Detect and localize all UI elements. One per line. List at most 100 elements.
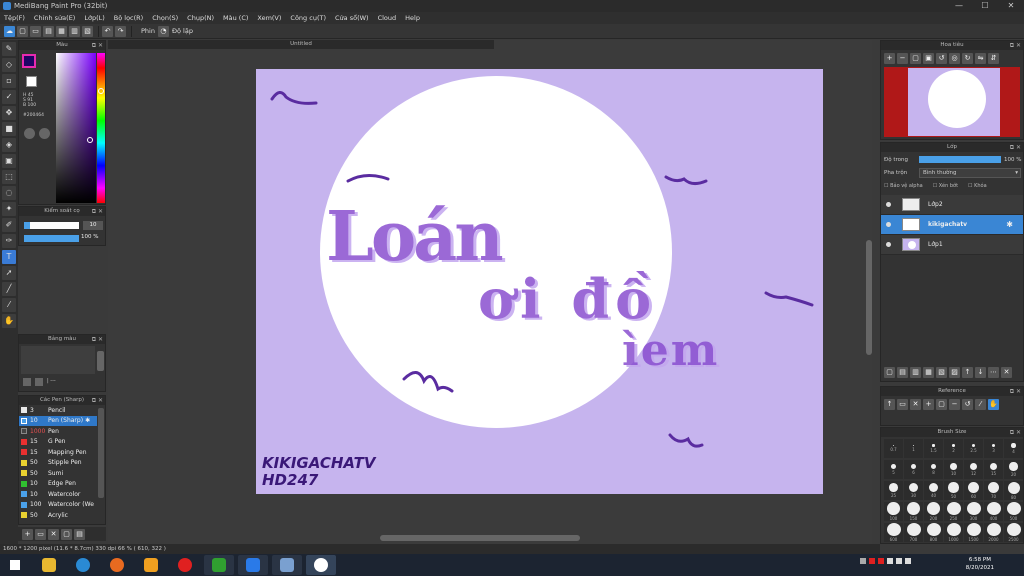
operation-tool-icon[interactable]: ➚ bbox=[2, 266, 16, 280]
reference-eyedropper-icon[interactable]: ⁄ bbox=[975, 399, 986, 410]
menu-color[interactable]: Màu (C) bbox=[223, 14, 248, 22]
select-tool-icon[interactable]: ✓ bbox=[2, 90, 16, 104]
brush-size-option[interactable]: 25 bbox=[884, 481, 903, 500]
new-file-icon[interactable]: ▢ bbox=[17, 25, 28, 37]
media-player-icon[interactable] bbox=[136, 555, 166, 575]
layer-down-icon[interactable]: ↓ bbox=[975, 367, 986, 378]
reference-zoom-fit-icon[interactable]: ▢ bbox=[936, 399, 947, 410]
divide-tool-icon[interactable]: ╱ bbox=[2, 282, 16, 296]
tray-icon[interactable] bbox=[869, 558, 875, 564]
reference-hand-icon[interactable]: ✋ bbox=[988, 399, 999, 410]
undo-icon[interactable]: ↶ bbox=[102, 25, 113, 37]
opera-icon[interactable] bbox=[170, 555, 200, 575]
internet-explorer-icon[interactable] bbox=[68, 555, 98, 575]
text-tool-icon[interactable]: T bbox=[2, 250, 16, 264]
zoom-out-icon[interactable]: − bbox=[897, 53, 908, 64]
lock-checkbox[interactable]: ☐ Khóa bbox=[968, 183, 987, 189]
export-icon[interactable]: ▦ bbox=[56, 25, 67, 37]
eye-icon[interactable] bbox=[886, 222, 891, 227]
tray-icon[interactable] bbox=[905, 558, 911, 564]
magic-wand-tool-icon[interactable]: ✦ bbox=[2, 202, 16, 216]
grid-icon[interactable]: ▥ bbox=[69, 25, 80, 37]
brush-settings-icon[interactable]: ▢ bbox=[61, 528, 72, 540]
panel-buttons[interactable]: ⧉ ✕ bbox=[92, 207, 103, 216]
brush-tool-icon[interactable]: ✎ bbox=[2, 42, 16, 56]
brush-size-option[interactable]: 200 bbox=[924, 502, 943, 521]
primary-color-swatch[interactable] bbox=[22, 54, 36, 68]
brush-list-item[interactable]: 10 Watercolor bbox=[19, 489, 97, 500]
new-halftone-layer-icon[interactable]: ▤ bbox=[897, 367, 908, 378]
new-8bit-layer-icon[interactable]: ▥ bbox=[910, 367, 921, 378]
menu-edit[interactable]: Chỉnh sửa(E) bbox=[34, 14, 75, 22]
rotate-left-icon[interactable]: ↺ bbox=[936, 53, 947, 64]
artwork-canvas[interactable]: Loán ơi đồ ìem KIKIGACHATV HD247 bbox=[256, 69, 823, 494]
maximize-button[interactable]: ☐ bbox=[972, 0, 998, 12]
new-layer-icon[interactable]: ▢ bbox=[884, 367, 895, 378]
brush-size-option[interactable]: 80 bbox=[1004, 481, 1023, 500]
menu-select[interactable]: Chọn(S) bbox=[152, 14, 178, 22]
brush-list-item[interactable]: 1000 Pen bbox=[19, 426, 97, 437]
select-eraser-tool-icon[interactable]: ✑ bbox=[2, 234, 16, 248]
brush-folder-icon[interactable]: ▭ bbox=[35, 528, 46, 540]
delete-layer-icon[interactable]: ✕ bbox=[1001, 367, 1012, 378]
reference-close-icon[interactable]: ✕ bbox=[910, 399, 921, 410]
brush-size-option[interactable]: 2000 bbox=[984, 523, 1003, 542]
menu-window[interactable]: Cửa sổ(W) bbox=[335, 14, 369, 22]
panel-buttons[interactable]: ⧉ ✕ bbox=[92, 41, 103, 50]
brush-size-option[interactable]: 600 bbox=[884, 523, 903, 542]
gradient-tool-icon[interactable]: ▣ bbox=[2, 154, 16, 168]
rotate-right-icon[interactable]: ↻ bbox=[962, 53, 973, 64]
brush-opacity-slider[interactable] bbox=[24, 235, 79, 242]
brush-list-item[interactable]: 3 Pencil bbox=[19, 405, 97, 416]
delete-brush-icon[interactable]: ✕ bbox=[48, 528, 59, 540]
brush-size-option[interactable]: 0.7 bbox=[884, 439, 903, 458]
move-tool-icon[interactable]: ✥ bbox=[2, 106, 16, 120]
computer-icon[interactable] bbox=[272, 555, 302, 575]
brush-size-option[interactable]: 1000 bbox=[944, 523, 963, 542]
brush-list-item[interactable]: 50 Stipple Pen bbox=[19, 458, 97, 469]
menu-view[interactable]: Xem(V) bbox=[257, 14, 281, 22]
rotate-reset-icon[interactable]: ◎ bbox=[949, 53, 960, 64]
delete-palette-icon[interactable] bbox=[35, 378, 43, 386]
color-wheel-icon[interactable] bbox=[24, 128, 35, 139]
brush-list-item[interactable]: 50 Sumi bbox=[19, 468, 97, 479]
open-folder-icon[interactable]: ▭ bbox=[30, 25, 41, 37]
redo-icon[interactable]: ↷ bbox=[115, 25, 126, 37]
reference-zoom-out-icon[interactable]: − bbox=[949, 399, 960, 410]
firefox-icon[interactable] bbox=[102, 555, 132, 575]
blend-mode-select[interactable]: Bình thường ▾ bbox=[919, 168, 1021, 178]
brush-size-option[interactable]: 3 bbox=[984, 439, 1003, 458]
flip-vertical-icon[interactable]: ⇵ bbox=[988, 53, 999, 64]
zoom-fit-icon[interactable]: ▢ bbox=[910, 53, 921, 64]
bucket-tool-icon[interactable]: ◈ bbox=[2, 138, 16, 152]
brush-size-option[interactable]: 4 bbox=[1004, 439, 1023, 458]
panel-buttons[interactable]: ⧉ ✕ bbox=[92, 396, 103, 405]
brush-size-option[interactable]: 30 bbox=[904, 481, 923, 500]
panel-buttons[interactable]: ⧉ ✕ bbox=[1010, 41, 1021, 50]
color-palette-icon[interactable] bbox=[39, 128, 50, 139]
layer-settings-icon[interactable]: ⋯ bbox=[988, 367, 999, 378]
brush-size-option[interactable]: 8 bbox=[924, 460, 943, 479]
brush-size-option[interactable]: 1500 bbox=[964, 523, 983, 542]
dot-tool-icon[interactable]: ▫ bbox=[2, 74, 16, 88]
menu-tools[interactable]: Công cụ(T) bbox=[290, 14, 326, 22]
brush-size-option[interactable]: 50 bbox=[944, 481, 963, 500]
navigator-thumbnail[interactable] bbox=[884, 67, 1020, 137]
zoom-in-icon[interactable]: + bbox=[884, 53, 895, 64]
close-button[interactable]: ✕ bbox=[998, 0, 1024, 12]
panel-buttons[interactable]: ⧉ ✕ bbox=[1010, 143, 1021, 152]
menu-file[interactable]: Tệp(F) bbox=[4, 14, 25, 22]
brush-size-option[interactable]: 12 bbox=[964, 460, 983, 479]
brush-size-option[interactable]: 15 bbox=[984, 460, 1003, 479]
brush-size-slider[interactable] bbox=[24, 222, 79, 229]
merge-layer-icon[interactable]: ▨ bbox=[949, 367, 960, 378]
minimize-button[interactable]: — bbox=[946, 0, 972, 12]
hue-slider-handle[interactable] bbox=[98, 88, 104, 94]
brush-list-item[interactable]: 10 Pen (Sharp) ✱ bbox=[19, 415, 97, 426]
brush-size-option[interactable]: 800 bbox=[924, 523, 943, 542]
brush-download-icon[interactable]: ▤ bbox=[74, 528, 85, 540]
brush-size-option[interactable]: 400 bbox=[984, 502, 1003, 521]
brush-size-option[interactable]: 700 bbox=[904, 523, 923, 542]
vertical-scrollbar[interactable] bbox=[866, 240, 872, 355]
layer-row[interactable]: kikigachatv ✱ bbox=[881, 215, 1023, 235]
